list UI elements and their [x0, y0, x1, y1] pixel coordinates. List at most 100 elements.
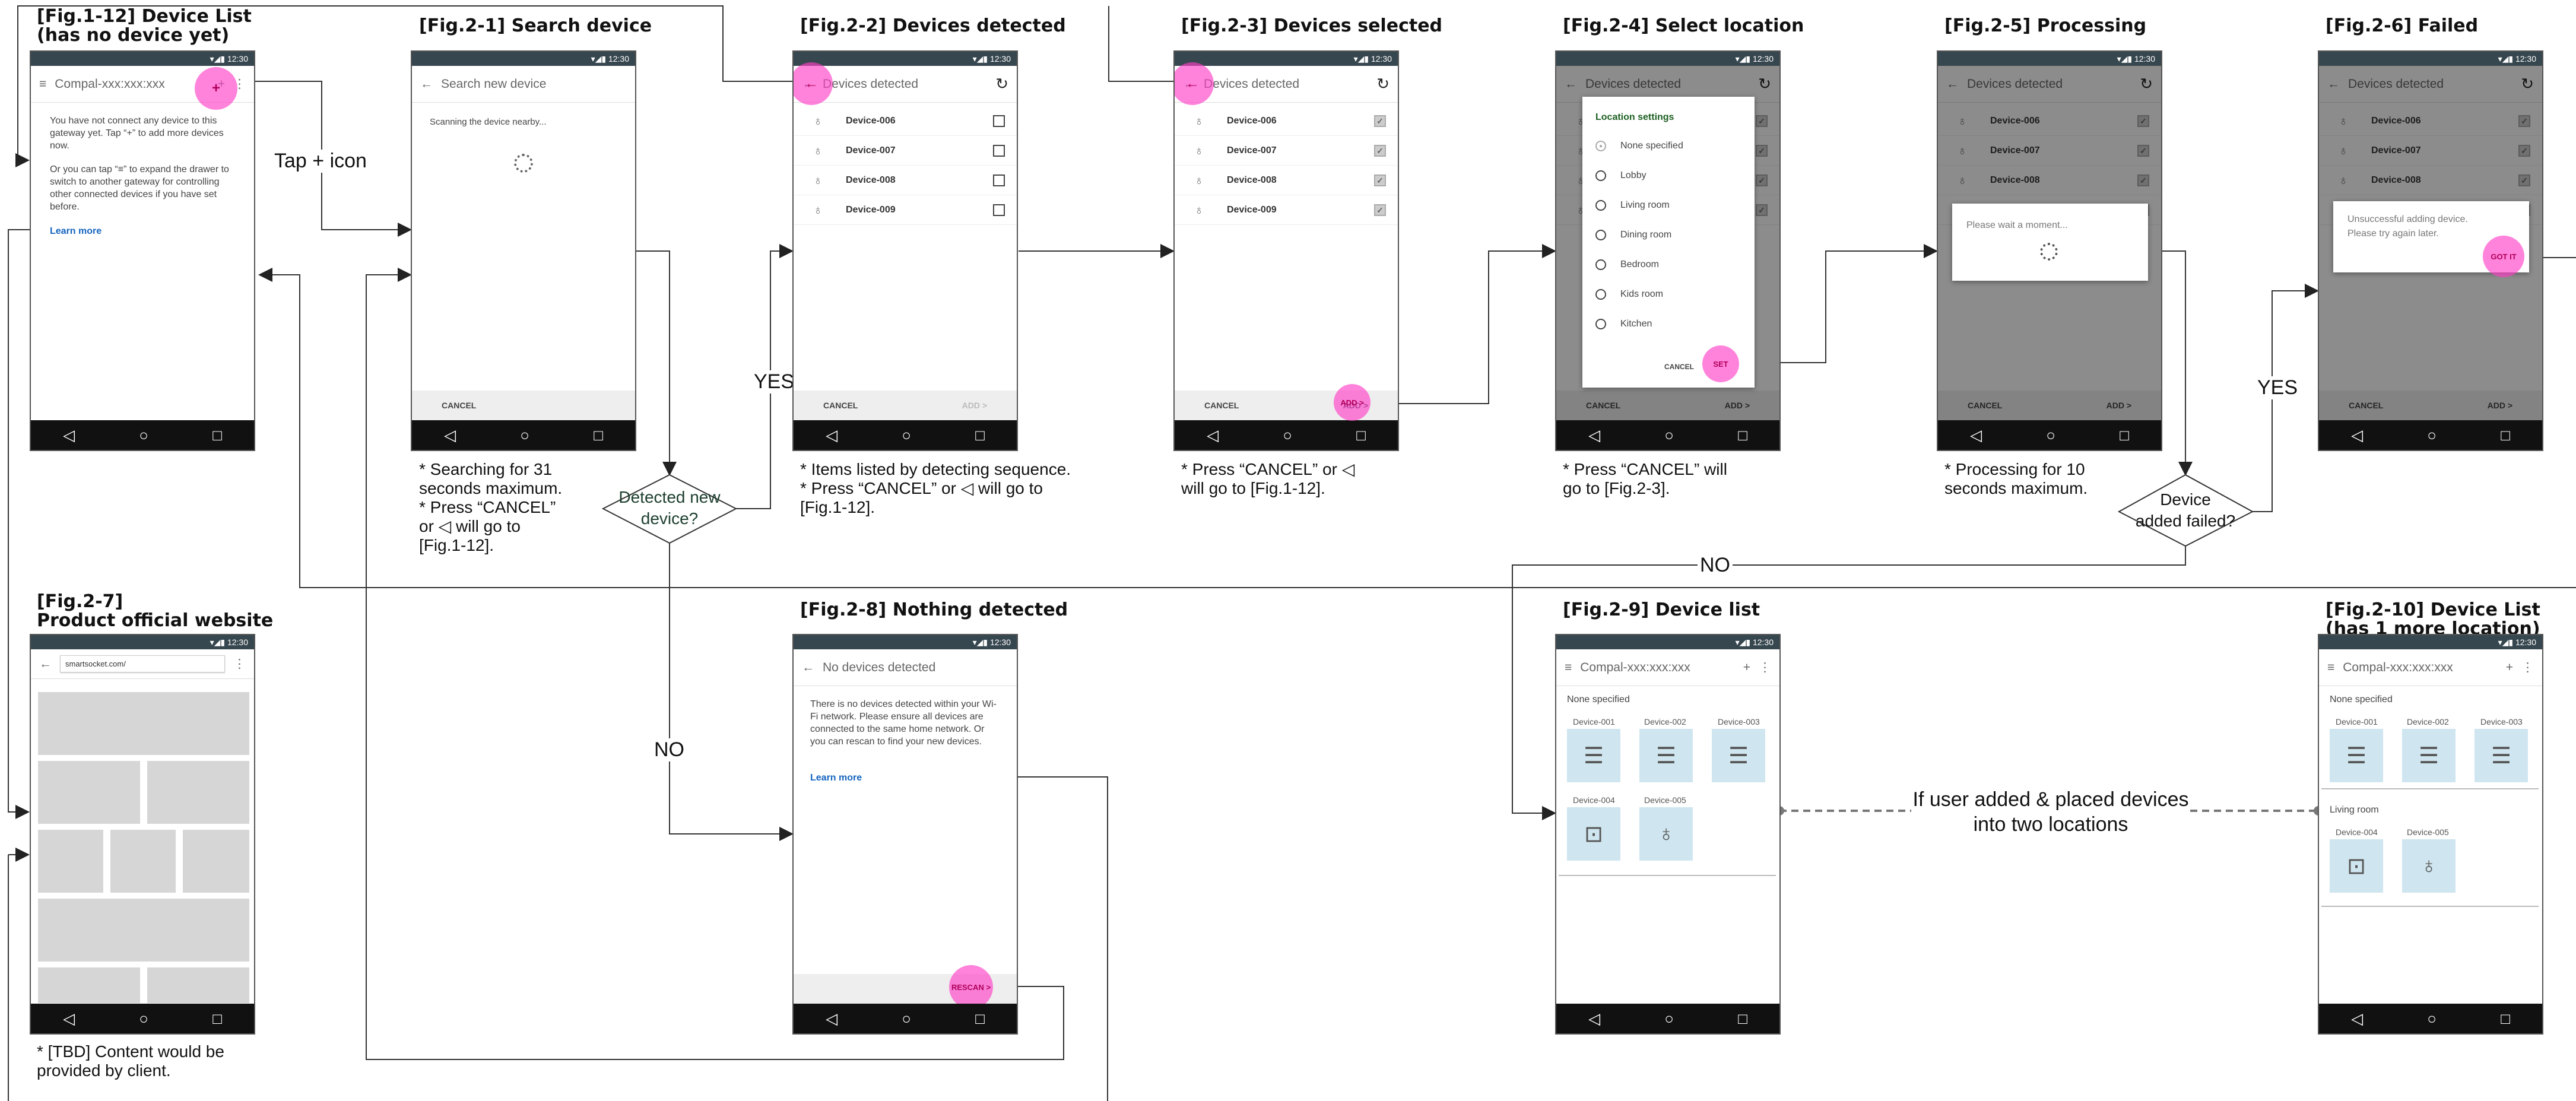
add-button[interactable]: ADD > [962, 401, 987, 410]
back-nav-icon[interactable]: ◁ [63, 1010, 75, 1028]
lamp-tile[interactable]: ☰ [2330, 729, 2383, 782]
location-option[interactable]: Kitchen [1595, 319, 1652, 329]
menu-icon[interactable]: ≡ [1565, 661, 1572, 675]
lamp-tile[interactable]: ☰ [1567, 729, 1620, 782]
home-nav-icon[interactable]: ○ [1283, 426, 1292, 445]
device-checkbox[interactable]: ✓ [1374, 204, 1386, 216]
device-row[interactable]: ♁ Device-006 ✓ [1175, 106, 1398, 136]
back-nav-icon[interactable]: ◁ [826, 426, 837, 445]
recents-nav-icon[interactable]: □ [212, 426, 222, 445]
plug-tile[interactable]: ⊡ [2330, 839, 2383, 893]
cancel-button[interactable]: CANCEL [823, 401, 858, 410]
back-nav-icon[interactable]: ◁ [444, 426, 456, 445]
got-it-button[interactable]: GOT IT [2491, 252, 2516, 261]
back-arrow-icon[interactable]: ← [420, 77, 433, 91]
more-icon[interactable]: ⋮ [233, 656, 246, 671]
device-row[interactable]: ♁ Device-006 [794, 106, 1017, 136]
back-nav-icon[interactable]: ◁ [826, 1010, 837, 1028]
add-icon[interactable]: + [1743, 661, 1750, 675]
device-row[interactable]: ♁ Device-008 ✓ [1175, 166, 1398, 195]
back-nav-icon[interactable]: ◁ [2351, 426, 2363, 445]
recents-nav-icon[interactable]: □ [594, 426, 603, 445]
back-nav-icon[interactable]: ◁ [1588, 426, 1600, 445]
device-row[interactable]: ♁ Device-007 [794, 136, 1017, 166]
content-placeholder [147, 967, 249, 1003]
radio-icon [1595, 170, 1606, 181]
location-option[interactable]: Dining room [1595, 230, 1671, 240]
device-name: Device-006 [1227, 115, 1277, 126]
location-option[interactable]: Kids room [1595, 289, 1663, 300]
recents-nav-icon[interactable]: □ [2501, 426, 2510, 445]
content-placeholder [38, 967, 140, 1003]
back-arrow-icon[interactable]: ← [39, 657, 52, 671]
learn-more-link[interactable]: Learn more [810, 772, 862, 784]
device-checkbox[interactable] [993, 204, 1005, 216]
back-nav-icon[interactable]: ◁ [1207, 426, 1219, 445]
device-checkbox[interactable]: ✓ [1374, 144, 1386, 157]
home-nav-icon[interactable]: ○ [2427, 426, 2437, 445]
status-bar: ▾◢▮ 12:30 [412, 52, 635, 66]
lamp-tile[interactable]: ☰ [1639, 729, 1693, 782]
recents-nav-icon[interactable]: □ [975, 1010, 985, 1028]
learn-more-link[interactable]: Learn more [50, 225, 101, 237]
back-nav-icon[interactable]: ◁ [2351, 1010, 2363, 1028]
device-checkbox[interactable]: ✓ [1374, 174, 1386, 186]
more-icon[interactable]: ⋮ [1759, 660, 1771, 675]
home-nav-icon[interactable]: ○ [1664, 1010, 1674, 1028]
recents-nav-icon[interactable]: □ [2120, 426, 2129, 445]
location-option[interactable]: Lobby [1595, 170, 1647, 181]
url-field[interactable]: smartsocket.com/ [60, 655, 225, 672]
refresh-icon[interactable]: ↻ [995, 75, 1008, 93]
refresh-icon[interactable]: ↻ [1376, 75, 1389, 93]
home-nav-icon[interactable]: ○ [139, 426, 148, 445]
recents-nav-icon[interactable]: □ [212, 1010, 222, 1028]
home-nav-icon[interactable]: ○ [139, 1010, 148, 1028]
plug-tile[interactable]: ⊡ [1567, 807, 1620, 861]
rescan-button[interactable]: RESCAN > [951, 983, 991, 992]
add-icon[interactable]: + [2506, 661, 2513, 675]
menu-icon[interactable]: ≡ [2327, 661, 2334, 675]
location-option[interactable]: Living room [1595, 200, 1670, 211]
menu-icon[interactable]: ≡ [39, 77, 46, 91]
bulb-tile[interactable]: ♁ [1639, 807, 1693, 861]
lamp-tile[interactable]: ☰ [2475, 729, 2528, 782]
back-nav-icon[interactable]: ◁ [63, 426, 75, 445]
home-nav-icon[interactable]: ○ [2427, 1010, 2437, 1028]
device-row[interactable]: ♁ Device-008 [794, 166, 1017, 195]
device-row[interactable]: ♁ Device-009 ✓ [1175, 195, 1398, 225]
recents-nav-icon[interactable]: □ [1738, 1010, 1747, 1028]
set-button[interactable]: SET [1713, 360, 1728, 369]
home-nav-icon[interactable]: ○ [520, 426, 529, 445]
device-checkbox[interactable]: ✓ [1374, 115, 1386, 127]
radio-icon [1595, 230, 1606, 240]
device-checkbox[interactable] [993, 115, 1005, 127]
status-bar: ▾◢▮ 12:30 [2319, 52, 2542, 66]
home-nav-icon[interactable]: ○ [2046, 426, 2055, 445]
device-checkbox[interactable] [993, 174, 1005, 186]
recents-nav-icon[interactable]: □ [975, 426, 985, 445]
home-nav-icon[interactable]: ○ [1664, 426, 1674, 445]
location-option[interactable]: ● None specified [1595, 141, 1683, 151]
home-nav-icon[interactable]: ○ [902, 426, 911, 445]
no-label-1: NO [654, 738, 684, 762]
lamp-tile[interactable]: ☰ [2402, 729, 2456, 782]
back-nav-icon[interactable]: ◁ [1588, 1010, 1600, 1028]
device-row[interactable]: ♁ Device-009 [794, 195, 1017, 225]
recents-nav-icon[interactable]: □ [1738, 426, 1747, 445]
home-nav-icon[interactable]: ○ [902, 1010, 911, 1028]
back-arrow-icon[interactable]: ← [802, 661, 814, 675]
dialog-cancel-button[interactable]: CANCEL [1664, 363, 1694, 371]
back-nav-icon[interactable]: ◁ [1970, 426, 1982, 445]
location-option[interactable]: Bedroom [1595, 259, 1659, 270]
cancel-button[interactable]: CANCEL [1204, 401, 1239, 410]
more-icon[interactable]: ⋮ [2521, 660, 2534, 675]
device-checkbox[interactable] [993, 144, 1005, 157]
cancel-button[interactable]: CANCEL [442, 401, 476, 410]
device-name: Device-009 [846, 204, 896, 215]
lamp-tile[interactable]: ☰ [1712, 729, 1765, 782]
recents-nav-icon[interactable]: □ [1356, 426, 1366, 445]
recents-nav-icon[interactable]: □ [2501, 1010, 2510, 1028]
device-row[interactable]: ♁ Device-007 ✓ [1175, 136, 1398, 166]
bulb-tile[interactable]: ♁ [2402, 839, 2456, 893]
no-label-2: NO [1698, 554, 1733, 577]
